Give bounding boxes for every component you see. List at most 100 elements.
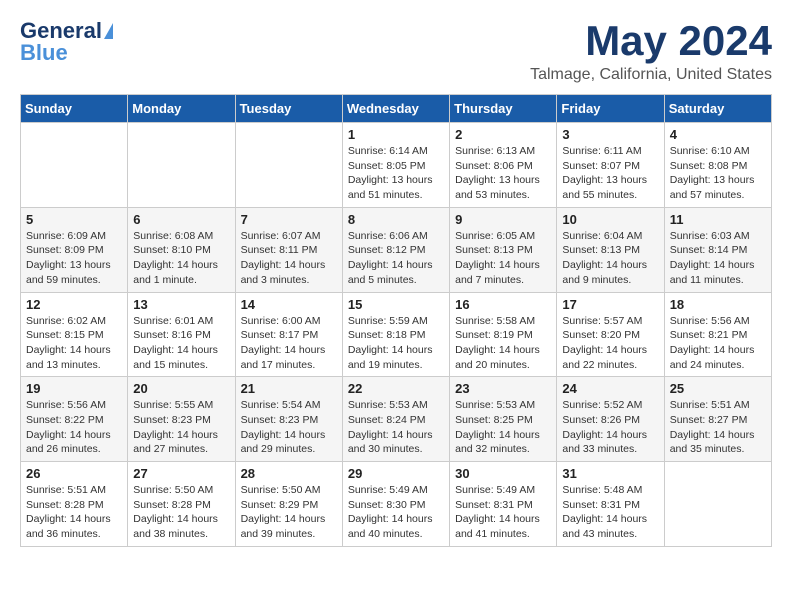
table-row: 16 Sunrise: 5:58 AM Sunset: 8:19 PM Dayli… bbox=[450, 292, 557, 377]
day-number: 30 bbox=[455, 466, 551, 481]
day-number: 9 bbox=[455, 212, 551, 227]
col-wednesday: Wednesday bbox=[342, 95, 449, 123]
table-row: 7Sunrise: 6:07 AM Sunset: 8:11 PM Daylig… bbox=[235, 207, 342, 292]
table-row bbox=[235, 123, 342, 208]
table-row: 4 Sunrise: 6:10 AM Sunset: 8:08 PM Daylig… bbox=[664, 123, 771, 208]
table-row bbox=[128, 123, 235, 208]
day-info: Sunrise: 6:09 AM Sunset: 8:09 PM Dayligh… bbox=[26, 229, 122, 288]
table-row: 12 Sunrise: 6:02 AM Sunset: 8:15 PM Dayli… bbox=[21, 292, 128, 377]
day-number: 17 bbox=[562, 297, 658, 312]
day-info: Sunrise: 5:55 AM Sunset: 8:23 PM Dayligh… bbox=[133, 398, 229, 457]
day-number: 14 bbox=[241, 297, 337, 312]
day-info: Sunrise: 6:07 AM Sunset: 8:11 PM Dayligh… bbox=[241, 229, 337, 288]
day-number: 16 bbox=[455, 297, 551, 312]
col-monday: Monday bbox=[128, 95, 235, 123]
day-number: 13 bbox=[133, 297, 229, 312]
table-row bbox=[21, 123, 128, 208]
table-row: 1 Sunrise: 6:14 AM Sunset: 8:05 PM Daylig… bbox=[342, 123, 449, 208]
logo-text-blue: Blue bbox=[20, 42, 68, 64]
table-row: 14 Sunrise: 6:00 AM Sunset: 8:17 PM Dayli… bbox=[235, 292, 342, 377]
day-info: Sunrise: 6:03 AM Sunset: 8:14 PM Dayligh… bbox=[670, 229, 766, 288]
table-row: 27Sunrise: 5:50 AM Sunset: 8:28 PM Dayli… bbox=[128, 462, 235, 547]
col-friday: Friday bbox=[557, 95, 664, 123]
day-number: 12 bbox=[26, 297, 122, 312]
table-row: 31 Sunrise: 5:48 AM Sunset: 8:31 PM Dayli… bbox=[557, 462, 664, 547]
day-number: 20 bbox=[133, 381, 229, 396]
location-title: Talmage, California, United States bbox=[530, 66, 772, 84]
calendar-week-row: 1 Sunrise: 6:14 AM Sunset: 8:05 PM Daylig… bbox=[21, 123, 772, 208]
day-number: 28 bbox=[241, 466, 337, 481]
day-number: 4 bbox=[670, 127, 766, 142]
table-row: 19Sunrise: 5:56 AM Sunset: 8:22 PM Dayli… bbox=[21, 377, 128, 462]
day-info: Sunrise: 5:57 AM Sunset: 8:20 PM Dayligh… bbox=[562, 314, 658, 373]
day-number: 10 bbox=[562, 212, 658, 227]
day-number: 3 bbox=[562, 127, 658, 142]
page-header: General Blue May 2024 Talmage, Californi… bbox=[20, 20, 772, 84]
col-tuesday: Tuesday bbox=[235, 95, 342, 123]
table-row: 6Sunrise: 6:08 AM Sunset: 8:10 PM Daylig… bbox=[128, 207, 235, 292]
table-row: 23 Sunrise: 5:53 AM Sunset: 8:25 PM Dayli… bbox=[450, 377, 557, 462]
day-number: 19 bbox=[26, 381, 122, 396]
day-info: Sunrise: 5:58 AM Sunset: 8:19 PM Dayligh… bbox=[455, 314, 551, 373]
day-number: 26 bbox=[26, 466, 122, 481]
day-info: Sunrise: 5:49 AM Sunset: 8:31 PM Dayligh… bbox=[455, 483, 551, 542]
table-row: 25Sunrise: 5:51 AM Sunset: 8:27 PM Dayli… bbox=[664, 377, 771, 462]
day-info: Sunrise: 6:02 AM Sunset: 8:15 PM Dayligh… bbox=[26, 314, 122, 373]
day-info: Sunrise: 6:01 AM Sunset: 8:16 PM Dayligh… bbox=[133, 314, 229, 373]
day-info: Sunrise: 6:13 AM Sunset: 8:06 PM Dayligh… bbox=[455, 144, 551, 203]
table-row: 5 Sunrise: 6:09 AM Sunset: 8:09 PM Daylig… bbox=[21, 207, 128, 292]
table-row: 10Sunrise: 6:04 AM Sunset: 8:13 PM Dayli… bbox=[557, 207, 664, 292]
day-info: Sunrise: 5:50 AM Sunset: 8:28 PM Dayligh… bbox=[133, 483, 229, 542]
day-info: Sunrise: 5:56 AM Sunset: 8:21 PM Dayligh… bbox=[670, 314, 766, 373]
col-sunday: Sunday bbox=[21, 95, 128, 123]
col-thursday: Thursday bbox=[450, 95, 557, 123]
table-row: 28 Sunrise: 5:50 AM Sunset: 8:29 PM Dayli… bbox=[235, 462, 342, 547]
table-row: 21Sunrise: 5:54 AM Sunset: 8:23 PM Dayli… bbox=[235, 377, 342, 462]
table-row: 3 Sunrise: 6:11 AM Sunset: 8:07 PM Daylig… bbox=[557, 123, 664, 208]
day-info: Sunrise: 6:06 AM Sunset: 8:12 PM Dayligh… bbox=[348, 229, 444, 288]
day-number: 22 bbox=[348, 381, 444, 396]
day-number: 5 bbox=[26, 212, 122, 227]
day-number: 1 bbox=[348, 127, 444, 142]
day-number: 24 bbox=[562, 381, 658, 396]
day-info: Sunrise: 5:48 AM Sunset: 8:31 PM Dayligh… bbox=[562, 483, 658, 542]
day-info: Sunrise: 6:00 AM Sunset: 8:17 PM Dayligh… bbox=[241, 314, 337, 373]
calendar-week-row: 19Sunrise: 5:56 AM Sunset: 8:22 PM Dayli… bbox=[21, 377, 772, 462]
table-row: 15Sunrise: 5:59 AM Sunset: 8:18 PM Dayli… bbox=[342, 292, 449, 377]
day-number: 18 bbox=[670, 297, 766, 312]
day-info: Sunrise: 5:49 AM Sunset: 8:30 PM Dayligh… bbox=[348, 483, 444, 542]
col-saturday: Saturday bbox=[664, 95, 771, 123]
table-row: 18 Sunrise: 5:56 AM Sunset: 8:21 PM Dayli… bbox=[664, 292, 771, 377]
day-info: Sunrise: 6:05 AM Sunset: 8:13 PM Dayligh… bbox=[455, 229, 551, 288]
table-row: 20 Sunrise: 5:55 AM Sunset: 8:23 PM Dayli… bbox=[128, 377, 235, 462]
day-info: Sunrise: 6:11 AM Sunset: 8:07 PM Dayligh… bbox=[562, 144, 658, 203]
table-row: 13 Sunrise: 6:01 AM Sunset: 8:16 PM Dayli… bbox=[128, 292, 235, 377]
table-row: 11 Sunrise: 6:03 AM Sunset: 8:14 PM Dayli… bbox=[664, 207, 771, 292]
day-number: 29 bbox=[348, 466, 444, 481]
day-number: 31 bbox=[562, 466, 658, 481]
day-info: Sunrise: 6:08 AM Sunset: 8:10 PM Dayligh… bbox=[133, 229, 229, 288]
table-row: 9 Sunrise: 6:05 AM Sunset: 8:13 PM Daylig… bbox=[450, 207, 557, 292]
day-number: 2 bbox=[455, 127, 551, 142]
calendar-week-row: 12 Sunrise: 6:02 AM Sunset: 8:15 PM Dayli… bbox=[21, 292, 772, 377]
day-number: 21 bbox=[241, 381, 337, 396]
day-number: 15 bbox=[348, 297, 444, 312]
day-number: 11 bbox=[670, 212, 766, 227]
day-info: Sunrise: 5:50 AM Sunset: 8:29 PM Dayligh… bbox=[241, 483, 337, 542]
calendar-week-row: 26 Sunrise: 5:51 AM Sunset: 8:28 PM Dayli… bbox=[21, 462, 772, 547]
calendar-week-row: 5 Sunrise: 6:09 AM Sunset: 8:09 PM Daylig… bbox=[21, 207, 772, 292]
title-area: May 2024 Talmage, California, United Sta… bbox=[530, 20, 772, 84]
logo-triangle-icon bbox=[104, 23, 113, 39]
table-row: 29 Sunrise: 5:49 AM Sunset: 8:30 PM Dayli… bbox=[342, 462, 449, 547]
day-info: Sunrise: 5:53 AM Sunset: 8:25 PM Dayligh… bbox=[455, 398, 551, 457]
day-number: 23 bbox=[455, 381, 551, 396]
month-title: May 2024 bbox=[530, 20, 772, 62]
day-info: Sunrise: 5:51 AM Sunset: 8:28 PM Dayligh… bbox=[26, 483, 122, 542]
day-info: Sunrise: 5:52 AM Sunset: 8:26 PM Dayligh… bbox=[562, 398, 658, 457]
table-row: 26 Sunrise: 5:51 AM Sunset: 8:28 PM Dayli… bbox=[21, 462, 128, 547]
calendar-header-row: Sunday Monday Tuesday Wednesday Thursday… bbox=[21, 95, 772, 123]
day-info: Sunrise: 6:10 AM Sunset: 8:08 PM Dayligh… bbox=[670, 144, 766, 203]
day-info: Sunrise: 6:14 AM Sunset: 8:05 PM Dayligh… bbox=[348, 144, 444, 203]
table-row bbox=[664, 462, 771, 547]
logo-text-general: General bbox=[20, 20, 102, 42]
